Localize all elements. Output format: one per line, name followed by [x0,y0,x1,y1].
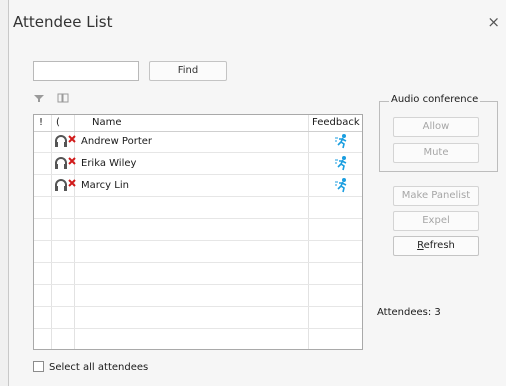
attendee-name: Erika Wiley [81,158,137,169]
refresh-label: efresh [423,240,455,251]
attendee-table[interactable]: ! ( Name Feedback Andrew Porter Erika Wi… [33,114,363,350]
empty-row [34,285,362,307]
header-feedback[interactable]: Feedback [312,117,360,128]
away-runner-icon [335,134,347,149]
headset-muted-icon [55,157,76,169]
make-panelist-button[interactable]: Make Panelist [393,186,479,206]
table-header: ! ( Name Feedback [34,115,362,132]
empty-row [34,263,362,285]
empty-row [34,219,362,241]
search-input[interactable] [33,61,139,81]
title-bar: Attendee List × [9,0,506,46]
expel-button[interactable]: Expel [393,211,479,231]
close-icon[interactable]: × [487,13,500,31]
away-runner-icon [335,178,347,193]
select-all-checkbox[interactable] [33,361,44,372]
attendees-count: Attendees: 3 [377,307,441,318]
empty-row [34,241,362,263]
audio-conference-legend: Audio conference [389,94,481,105]
mute-button[interactable]: Mute [393,143,479,163]
header-exclaim[interactable]: ! [39,117,43,128]
header-name[interactable]: Name [92,117,122,128]
allow-button[interactable]: Allow [393,117,479,137]
empty-row [34,197,362,219]
table-row[interactable]: Andrew Porter [34,131,362,153]
away-runner-icon [335,156,347,171]
select-all-label[interactable]: Select all attendees [49,362,148,373]
refresh-button[interactable]: Refresh [393,236,479,256]
empty-row [34,329,362,349]
headset-muted-icon [55,179,76,191]
find-button[interactable]: Find [149,61,227,81]
table-row[interactable]: Erika Wiley [34,153,362,175]
headset-muted-icon [55,135,76,147]
attendee-name: Marcy Lin [81,180,129,191]
header-paren[interactable]: ( [56,117,60,128]
filter-icon[interactable] [33,92,45,104]
dialog-title: Attendee List [13,13,113,31]
empty-row [34,307,362,329]
columns-icon[interactable] [57,92,69,104]
table-row[interactable]: Marcy Lin [34,175,362,197]
attendee-name: Andrew Porter [81,136,153,147]
attendee-list-dialog: Attendee List × Find ! ( Name Feedback A… [8,0,506,386]
